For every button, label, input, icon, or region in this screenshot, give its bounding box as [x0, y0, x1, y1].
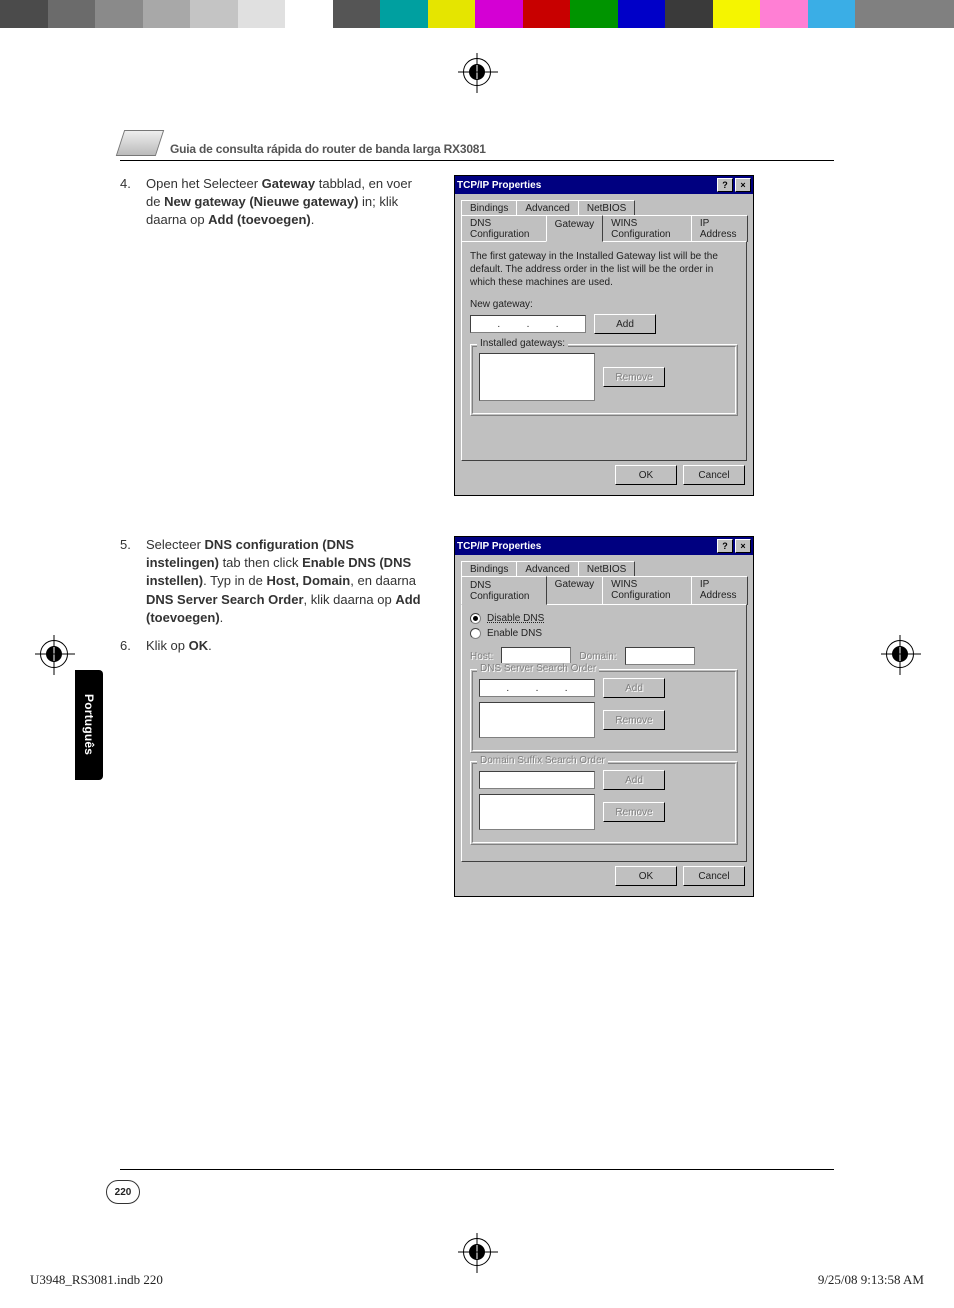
tcpip-gateway-dialog: TCP/IP Properties ? × Bindings Advanced … [454, 175, 754, 496]
gateway-remove-button[interactable]: Remove [603, 367, 665, 387]
registration-mark-top [463, 58, 491, 86]
tab-ip-address[interactable]: IP Address [691, 215, 748, 242]
tab-wins-config[interactable]: WINS Configuration [602, 215, 692, 242]
domain-label: Domain: [579, 651, 616, 662]
language-tab: Português [75, 670, 103, 780]
dialog-titlebar[interactable]: TCP/IP Properties ? × [455, 176, 753, 194]
dns-search-input[interactable]: ... [479, 679, 595, 697]
new-gateway-label: New gateway: [470, 299, 738, 310]
installed-gateways-list[interactable] [479, 353, 595, 401]
suffix-input[interactable] [479, 771, 595, 789]
tab-advanced[interactable]: Advanced [516, 561, 578, 577]
dialog-titlebar[interactable]: TCP/IP Properties ? × [455, 537, 753, 555]
dns-remove-button[interactable]: Remove [603, 710, 665, 730]
suffix-search-label: Domain Suffix Search Order [477, 755, 608, 766]
radio-disable-dns[interactable]: Disable DNS [470, 613, 738, 624]
ok-button[interactable]: OK [615, 866, 677, 886]
header-title: Guia de consulta rápida do router de ban… [170, 142, 486, 156]
tab-dns-config[interactable]: DNS Configuration [461, 576, 547, 605]
suffix-remove-button[interactable]: Remove [603, 802, 665, 822]
router-icon [116, 130, 164, 156]
suffix-list[interactable] [479, 794, 595, 830]
tab-ip-address[interactable]: IP Address [691, 576, 748, 605]
tab-bindings[interactable]: Bindings [461, 561, 517, 577]
tab-wins-config[interactable]: WINS Configuration [602, 576, 692, 605]
tab-gateway[interactable]: Gateway [546, 215, 603, 242]
footer-rule [120, 1169, 834, 1170]
dialog-title: TCP/IP Properties [457, 180, 541, 191]
tab-netbios[interactable]: NetBIOS [578, 561, 635, 577]
help-button[interactable]: ? [717, 178, 733, 192]
installed-gateways-label: Installed gateways: [477, 338, 568, 349]
close-button[interactable]: × [735, 178, 751, 192]
tab-advanced[interactable]: Advanced [516, 200, 578, 216]
step-4: 4. Open het Selecteer Gateway tabblad, e… [120, 175, 430, 230]
tcpip-dns-dialog: TCP/IP Properties ? × Bindings Advanced … [454, 536, 754, 897]
print-file: U3948_RS3081.indb 220 [30, 1272, 163, 1288]
suffix-add-button[interactable]: Add [603, 770, 665, 790]
gateway-note: The first gateway in the Installed Gatew… [470, 250, 738, 289]
gateway-add-button[interactable]: Add [594, 314, 656, 334]
page-header: Guia de consulta rápida do router de ban… [120, 130, 834, 161]
dialog-title: TCP/IP Properties [457, 541, 541, 552]
dns-search-label: DNS Server Search Order [477, 663, 599, 674]
host-label: Host: [470, 651, 493, 662]
tab-bindings[interactable]: Bindings [461, 200, 517, 216]
cancel-button[interactable]: Cancel [683, 866, 745, 886]
print-footer: U3948_RS3081.indb 220 9/25/08 9:13:58 AM [30, 1272, 924, 1288]
step-5: 5. Selecteer DNS configuration (DNS inst… [120, 536, 430, 627]
registration-mark-right [886, 640, 914, 668]
registration-mark-left [40, 640, 68, 668]
dns-search-list[interactable] [479, 702, 595, 738]
page-number: 220 [106, 1180, 140, 1204]
dns-add-button[interactable]: Add [603, 678, 665, 698]
tab-gateway[interactable]: Gateway [546, 576, 603, 605]
new-gateway-input[interactable]: ... [470, 315, 586, 333]
domain-input[interactable] [625, 647, 695, 665]
step-6: 6. Klik op OK. [120, 637, 430, 655]
radio-enable-dns[interactable]: Enable DNS [470, 628, 738, 639]
close-button[interactable]: × [735, 539, 751, 553]
ok-button[interactable]: OK [615, 465, 677, 485]
cancel-button[interactable]: Cancel [683, 465, 745, 485]
registration-mark-bottom [463, 1238, 491, 1266]
tab-dns-config[interactable]: DNS Configuration [461, 215, 547, 242]
print-datetime: 9/25/08 9:13:58 AM [818, 1272, 924, 1288]
tab-netbios[interactable]: NetBIOS [578, 200, 635, 216]
help-button[interactable]: ? [717, 539, 733, 553]
